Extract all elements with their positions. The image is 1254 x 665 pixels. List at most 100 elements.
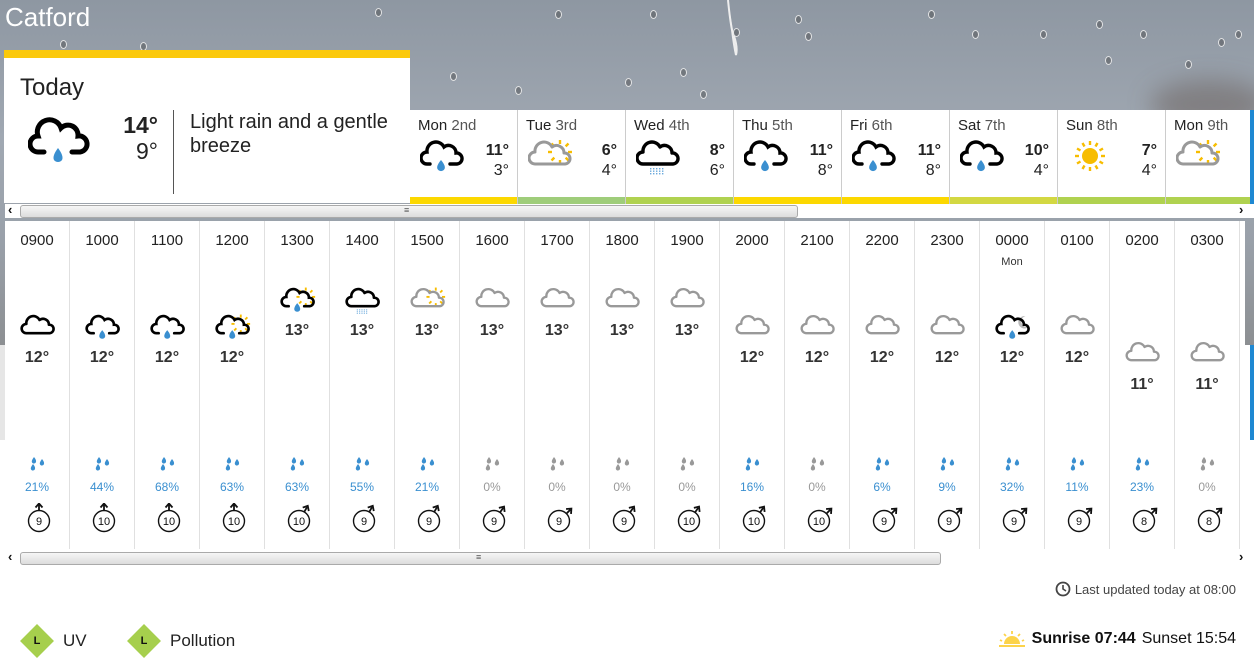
day-name: Mon 2nd	[418, 117, 476, 134]
day-tab[interactable]: Sat 7th 10° 4°	[950, 110, 1058, 204]
sunrise-icon	[998, 630, 1026, 648]
raindrops-icon	[419, 457, 437, 471]
day-color-bar	[842, 197, 949, 204]
hour-column[interactable]: 0900 12° 21% 9	[5, 221, 70, 549]
day-low-temp: 8°	[926, 162, 941, 180]
hour-column[interactable]: 0100 12° 11% 9	[1045, 221, 1110, 549]
wind-direction-icon: 8	[1130, 503, 1158, 533]
clock-icon	[1055, 581, 1071, 597]
day-high-temp: 7°	[1142, 142, 1157, 160]
hour-column[interactable]: 1400 13° 55% 9	[330, 221, 395, 549]
cloud-icon	[539, 286, 577, 314]
pollution-badge[interactable]: L Pollution	[132, 629, 235, 653]
rain-chance: 21%	[5, 480, 69, 494]
wind-speed: 10	[813, 516, 825, 528]
day-name: Sun 8th	[1066, 117, 1118, 134]
day-color-bar	[626, 197, 733, 204]
wind-direction-icon: 10	[155, 503, 183, 533]
hour-column[interactable]: 0300 11° 0% 8	[1175, 221, 1240, 549]
scroll-left-icon[interactable]: ‹	[8, 549, 12, 564]
light-rain-icon	[84, 313, 122, 341]
rain-chance: 32%	[980, 480, 1044, 494]
scroll-right-icon[interactable]: ›	[1239, 202, 1243, 217]
day-color-bar	[950, 197, 1057, 204]
today-label: Today	[20, 74, 84, 102]
hourly-scrollbar[interactable]: ‹ ≡ ›	[5, 551, 1254, 565]
scroll-right-icon[interactable]: ›	[1239, 549, 1243, 564]
hour-temp: 12°	[720, 349, 784, 367]
day-name: Fri 6th	[850, 117, 893, 134]
hour-time: 2000	[720, 232, 784, 249]
rain-chance: 16%	[720, 480, 784, 494]
day-color-bar	[1058, 197, 1165, 204]
light-rain-icon	[420, 138, 464, 178]
divider	[173, 110, 174, 194]
hour-temp: 12°	[135, 349, 199, 367]
date: 3rd	[555, 117, 577, 134]
light-rain-icon	[852, 138, 896, 178]
light-rain-icon	[744, 138, 788, 178]
day-tab[interactable]: Tue 3rd 6° 4°	[518, 110, 626, 204]
today-panel[interactable]: Today 14° 9° Light rain and a gentle bre…	[4, 50, 410, 203]
day-low-temp: 4°	[1142, 162, 1157, 180]
day-tab[interactable]: Sun 8th 7° 4°	[1058, 110, 1166, 204]
rain-chance: 11%	[1045, 480, 1109, 494]
day-tab[interactable]: Thu 5th 11° 8°	[734, 110, 842, 204]
cloud-icon	[799, 313, 837, 341]
day-name: Thu 5th	[742, 117, 793, 134]
hour-temp: 13°	[265, 322, 329, 340]
wind-direction-icon: 10	[740, 503, 768, 533]
hour-time: 1900	[655, 232, 719, 249]
hour-time: 0300	[1175, 232, 1239, 249]
day-tab[interactable]: Fri 6th 11° 8°	[842, 110, 950, 204]
daily-scrollbar[interactable]: ‹ ≡ ›	[5, 204, 1254, 218]
wind-speed: 10	[683, 516, 695, 528]
uv-badge[interactable]: L UV	[25, 629, 87, 653]
hour-time: 1800	[590, 232, 654, 249]
hour-column[interactable]: 1000 12° 44% 10	[70, 221, 135, 549]
date: 4th	[669, 117, 690, 134]
hour-column[interactable]: 1600 13° 0% 9	[460, 221, 525, 549]
scroll-left-icon[interactable]: ‹	[8, 202, 12, 217]
day-name: Sat 7th	[958, 117, 1006, 134]
day-color-bar	[518, 197, 625, 204]
rain-chance: 55%	[330, 480, 394, 494]
wind-speed: 8	[1141, 516, 1147, 528]
day-tab[interactable]: Mon 9th 7° 5°	[1166, 110, 1250, 204]
hour-column[interactable]: 1700 13° 0% 9	[525, 221, 590, 549]
wind-direction-icon: 10	[675, 503, 703, 533]
raindrops-icon	[29, 457, 47, 471]
sunset-time: Sunset 15:54	[1142, 630, 1236, 648]
date: 9th	[1207, 117, 1228, 134]
wind-direction-icon: 9	[25, 503, 53, 533]
wind-direction-icon: 9	[870, 503, 898, 533]
hour-column[interactable]: 1800 13° 0% 9	[590, 221, 655, 549]
wind-direction-icon: 9	[1000, 503, 1028, 533]
raindrops-icon	[94, 457, 112, 471]
hour-column[interactable]: 2300 12° 9% 9	[915, 221, 980, 549]
cloud-icon	[929, 313, 967, 341]
wind-direction-icon: 9	[935, 503, 963, 533]
day-tab[interactable]: Wed 4th 8° 6°	[626, 110, 734, 204]
raindrops-icon	[549, 457, 567, 471]
hour-column[interactable]: 2100 12° 0% 10	[785, 221, 850, 549]
hour-day-label: Mon	[980, 256, 1044, 268]
hour-temp: 12°	[850, 349, 914, 367]
hour-column[interactable]: 2200 12° 6% 9	[850, 221, 915, 549]
light-rain-icon	[28, 116, 92, 166]
hour-column[interactable]: 1500 13° 21% 9	[395, 221, 460, 549]
rain-chance: 9%	[915, 480, 979, 494]
hour-column[interactable]: 1900 13° 0% 10	[655, 221, 720, 549]
today-high-temp: 14°	[108, 112, 158, 139]
hour-temp: 13°	[655, 322, 719, 340]
cloud-icon	[1059, 313, 1097, 341]
hour-column[interactable]: 0200 11° 23% 8	[1110, 221, 1175, 549]
hour-time: 0000	[980, 232, 1044, 249]
hour-column[interactable]: 1200 12° 63% 10	[200, 221, 265, 549]
hour-column[interactable]: 0000 Mon 12° 32% 9	[980, 221, 1045, 549]
hour-column[interactable]: 1300 13° 63% 10	[265, 221, 330, 549]
hour-time: 1200	[200, 232, 264, 249]
day-tab[interactable]: Mon 2nd 11° 3°	[410, 110, 518, 204]
hour-column[interactable]: 1100 12° 68% 10	[135, 221, 200, 549]
hour-column[interactable]: 2000 12° 16% 10	[720, 221, 785, 549]
